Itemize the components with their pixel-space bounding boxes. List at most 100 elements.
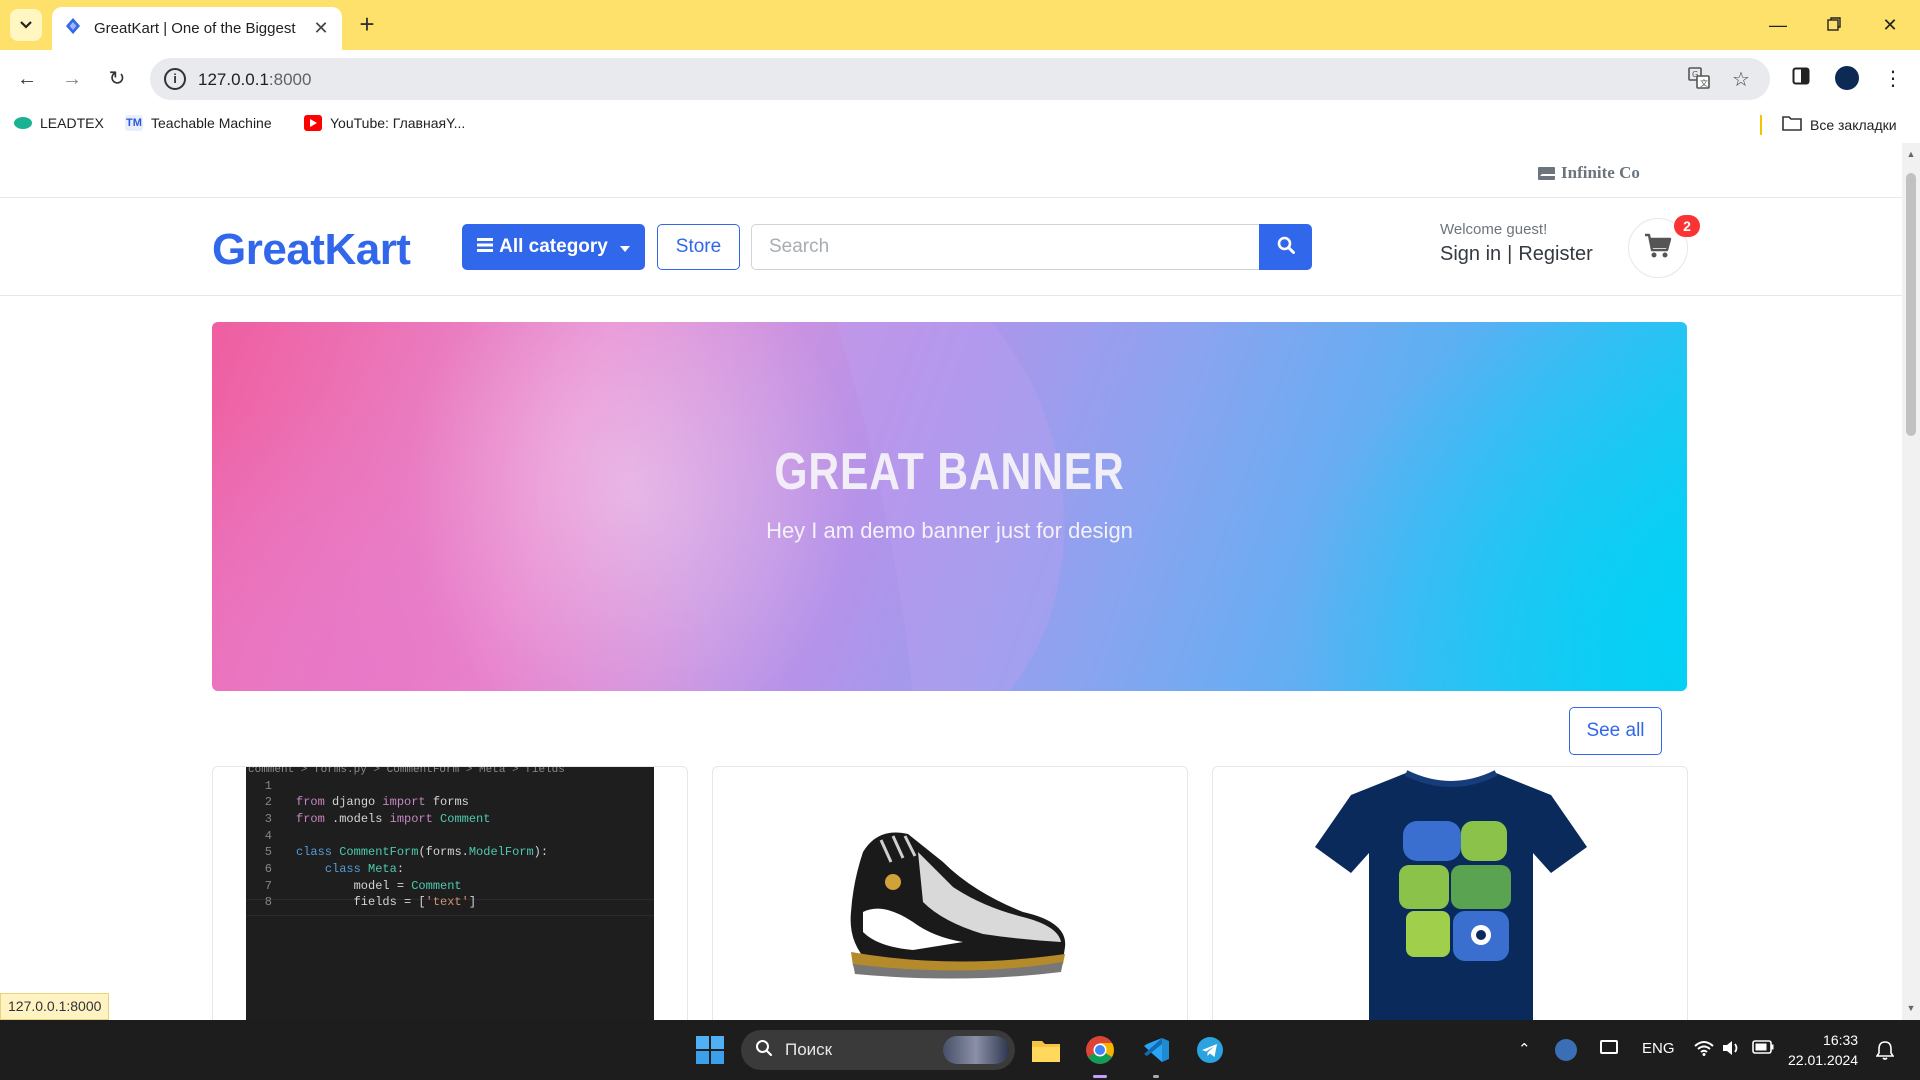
banner-decoration: [592, 322, 1112, 691]
vscode-taskbar-icon[interactable]: [1136, 1030, 1176, 1070]
translate-icon[interactable]: G文: [1686, 67, 1712, 93]
notifications-bell-icon[interactable]: [1875, 1040, 1895, 1064]
browser-tab-bar: GreatKart | One of the Biggest O ✕ + — ✕: [0, 0, 1920, 50]
taskbar-search-label: Поиск: [785, 1040, 833, 1059]
code-line: 5 class CommentForm(forms.ModelForm):: [264, 845, 549, 859]
shopping-cart-icon: [1644, 233, 1672, 264]
code-line: 8 fields = ['text']: [264, 895, 477, 909]
search-button[interactable]: [1259, 224, 1312, 270]
chrome-active-indicator: [1093, 1075, 1107, 1078]
register-link[interactable]: Register: [1518, 243, 1592, 266]
status-url-bubble: 127.0.0.1:8000: [0, 993, 110, 1020]
caret-down-icon: [619, 236, 630, 258]
back-button[interactable]: ←: [10, 62, 44, 96]
leadtex-icon: [14, 117, 32, 129]
product-image-t-shirt[interactable]: [1311, 769, 1591, 1020]
search-highlight-image: [943, 1036, 1009, 1064]
code-line: 3 from .models import Comment: [264, 812, 491, 826]
restore-button[interactable]: [1814, 10, 1854, 40]
language-indicator[interactable]: ENG: [1642, 1040, 1675, 1057]
side-panel-icon[interactable]: [1784, 62, 1818, 96]
system-clock[interactable]: 16:33 22.01.2024: [1788, 1030, 1858, 1070]
envelope-icon: [1538, 166, 1555, 180]
sign-in-link[interactable]: Sign in: [1440, 243, 1501, 266]
bookmark-teachable-machine[interactable]: TM Teachable Machine: [125, 115, 272, 131]
all-bookmarks-label: Все закладки: [1810, 116, 1897, 133]
page-scrollbar[interactable]: ▲ ▼: [1902, 143, 1920, 1020]
url-host: 127.0.0.1: [198, 70, 269, 89]
youtube-icon: [304, 115, 322, 131]
bookmark-label: YouTube: ГлавнаяY...: [330, 115, 466, 131]
all-category-button[interactable]: All category: [462, 224, 645, 270]
product-card[interactable]: comment > forms.py > CommentForm > Meta …: [212, 766, 688, 1020]
reload-button[interactable]: ↻: [100, 62, 134, 96]
cart-count-badge: 2: [1674, 215, 1700, 237]
site-header: GreatKart All category Store Welcome gue…: [0, 199, 1902, 296]
weather-icon[interactable]: [1555, 1039, 1577, 1061]
wifi-icon[interactable]: [1694, 1040, 1714, 1060]
bookmark-leadtex[interactable]: LEADTEX: [14, 115, 104, 131]
clock-date: 22.01.2024: [1788, 1052, 1859, 1068]
site-logo[interactable]: GreatKart: [212, 225, 411, 275]
chrome-taskbar-icon[interactable]: [1080, 1030, 1120, 1070]
web-page: Infinite Co GreatKart All category Store…: [0, 143, 1902, 1020]
company-name: Infinite Co: [1561, 163, 1640, 182]
svg-text:文: 文: [1700, 78, 1708, 88]
banner-subtitle: Hey I am demo banner just for design: [766, 518, 1133, 543]
scroll-up-arrow-icon[interactable]: ▲: [1906, 149, 1916, 159]
new-tab-button[interactable]: +: [352, 10, 382, 40]
url-port: :8000: [268, 70, 312, 89]
tab-close-icon[interactable]: ✕: [312, 18, 330, 39]
profile-avatar[interactable]: [1835, 66, 1859, 90]
site-info-icon[interactable]: i: [164, 68, 186, 90]
product-card[interactable]: [712, 766, 1188, 1020]
bookmark-label: LEADTEX: [40, 115, 104, 131]
telegram-taskbar-icon[interactable]: [1190, 1030, 1230, 1070]
volume-icon[interactable]: [1722, 1040, 1740, 1060]
scroll-down-arrow-icon[interactable]: ▼: [1906, 1003, 1916, 1013]
all-bookmarks-button[interactable]: Все закладки: [1782, 115, 1897, 134]
bookmark-youtube[interactable]: YouTube: ГлавнаяY...: [304, 115, 465, 131]
windows-taskbar: Поиск ⌃ ENG 16:33 22.01.2024: [0, 1020, 1920, 1080]
chrome-menu-icon[interactable]: ⋮: [1876, 62, 1910, 96]
hero-banner[interactable]: GREAT BANNER Hey I am demo banner just f…: [212, 322, 1687, 691]
code-line: 1: [264, 779, 272, 793]
search-icon: [755, 1039, 773, 1062]
windows-start-icon[interactable]: [690, 1030, 730, 1070]
url-text[interactable]: 127.0.0.1:8000: [198, 70, 311, 90]
active-tab[interactable]: GreatKart | One of the Biggest O ✕: [52, 7, 342, 50]
company-contact[interactable]: Infinite Co: [1538, 163, 1640, 183]
minimize-button[interactable]: —: [1758, 10, 1798, 40]
omnibox[interactable]: i 127.0.0.1:8000 G文 ☆: [150, 58, 1770, 100]
tab-search-button[interactable]: [10, 9, 42, 41]
see-all-button[interactable]: See all: [1569, 707, 1662, 755]
close-window-button[interactable]: ✕: [1870, 10, 1910, 40]
code-line: 6 class Meta:: [264, 862, 405, 876]
battery-icon[interactable]: [1752, 1040, 1774, 1058]
hamburger-icon: [477, 236, 494, 258]
search-input[interactable]: [751, 224, 1260, 270]
all-category-label: All category: [499, 236, 608, 257]
teachable-machine-icon: TM: [125, 115, 143, 131]
bookmark-star-icon[interactable]: ☆: [1728, 67, 1754, 93]
forward-button[interactable]: →: [55, 62, 89, 96]
tray-overflow-icon[interactable]: ⌃: [1518, 1040, 1531, 1058]
scrollbar-thumb[interactable]: [1906, 173, 1916, 436]
auth-links: Sign in | Register: [1440, 243, 1593, 266]
store-button[interactable]: Store: [657, 224, 740, 270]
taskbar-search[interactable]: Поиск: [741, 1030, 1015, 1070]
tablet-mode-icon[interactable]: [1600, 1040, 1618, 1054]
folder-icon: [1782, 115, 1802, 134]
tab-title: GreatKart | One of the Biggest O: [94, 20, 300, 37]
auth-separator: |: [1507, 243, 1513, 265]
tab-favicon-icon: [64, 17, 82, 40]
product-image-sneaker[interactable]: [823, 822, 1083, 987]
product-image-code-screenshot[interactable]: comment > forms.py > CommentForm > Meta …: [246, 767, 654, 1020]
svg-text:G: G: [1692, 70, 1698, 79]
clock-time: 16:33: [1823, 1032, 1859, 1048]
top-info-line: Infinite Co: [0, 143, 1902, 198]
address-bar-row: ← → ↻ i 127.0.0.1:8000 G文 ☆ ⋮: [0, 50, 1920, 107]
product-card[interactable]: [1212, 766, 1688, 1020]
file-explorer-icon[interactable]: [1026, 1030, 1066, 1070]
code-line: 4: [264, 829, 272, 843]
